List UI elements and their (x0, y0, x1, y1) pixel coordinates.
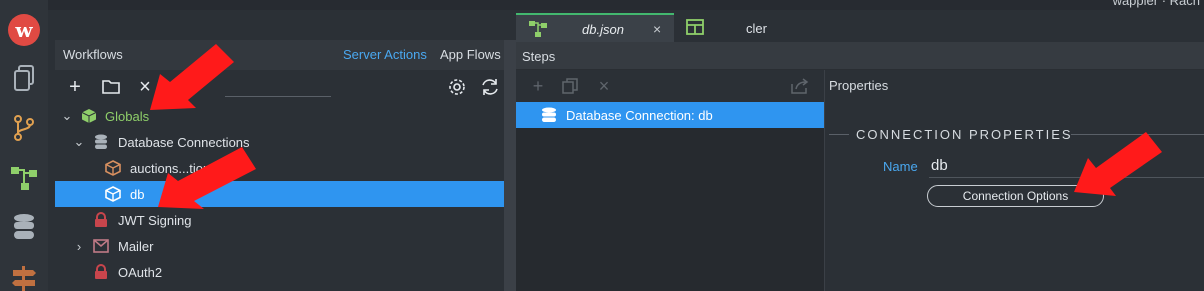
pages-icon[interactable] (8, 62, 40, 94)
tree-item-auctions[interactable]: auctions...tion (55, 155, 504, 181)
user-label: wappler · Rach (1112, 0, 1200, 8)
section-title: CONNECTION PROPERTIES (856, 127, 1073, 142)
refresh-button[interactable] (478, 75, 502, 99)
add-button[interactable]: + (63, 75, 87, 99)
share-icon (791, 78, 809, 94)
delete-step-button[interactable]: × (594, 76, 614, 96)
app-logo[interactable]: w (8, 14, 40, 46)
tree-item-jwt-signing[interactable]: JWT Signing (55, 207, 504, 233)
chevron-right-icon[interactable]: › (73, 239, 85, 254)
export-step-button[interactable] (790, 76, 810, 96)
tree-item-globals[interactable]: ⌄ Globals (55, 103, 504, 129)
workflows-toolbar: + × (55, 71, 504, 103)
properties-header: Properties (824, 70, 1204, 102)
workflows-icon[interactable] (8, 162, 40, 194)
new-folder-button[interactable] (99, 75, 123, 99)
name-label: Name (883, 159, 918, 174)
lock-icon (93, 212, 109, 228)
chevron-down-icon[interactable]: ⌄ (73, 134, 85, 149)
chevron-down-icon[interactable]: ⌄ (61, 108, 73, 123)
database-icon[interactable] (8, 212, 40, 244)
tree-item-db[interactable]: db (55, 181, 504, 207)
table-icon (686, 19, 704, 38)
tree-item-label: OAuth2 (118, 264, 163, 280)
workflows-title: Workflows (63, 47, 123, 62)
tree-item-mailer[interactable]: › Mailer (55, 233, 504, 259)
steps-header: Steps (516, 42, 1204, 70)
add-step-button[interactable]: + (528, 76, 548, 96)
copy-icon (562, 78, 578, 94)
database-icon (541, 107, 557, 126)
workflows-tree: ⌄ Globals ⌄ Database Connections auction… (55, 103, 504, 291)
annotation-arrow-icon (1074, 132, 1162, 196)
signpost-icon[interactable] (8, 262, 40, 291)
annotation-arrow-icon (150, 44, 234, 110)
workflow-file-icon (528, 20, 548, 41)
settings-button[interactable] (445, 75, 469, 99)
tab-label: cler (746, 21, 767, 36)
steps-toolbar: + × (516, 70, 824, 102)
copy-step-button[interactable] (560, 76, 580, 96)
tree-item-database-connections[interactable]: ⌄ Database Connections (55, 129, 504, 155)
close-icon[interactable]: × (653, 21, 661, 37)
cube-icon (81, 108, 97, 124)
top-bar: wappler · Rach (0, 0, 1204, 10)
tree-item-oauth2[interactable]: OAuth2 (55, 259, 504, 285)
gear-icon (449, 79, 465, 95)
step-label: Database Connection: db (566, 108, 713, 123)
workflows-header: Workflows Server Actions App Flows (55, 40, 504, 70)
mail-icon (93, 238, 109, 254)
panel-divider[interactable] (504, 40, 516, 291)
steps-title: Steps (522, 49, 556, 64)
search-input[interactable] (225, 77, 331, 97)
lock-icon (93, 264, 109, 280)
divider (829, 134, 849, 135)
cube-icon (105, 160, 121, 176)
step-database-connection[interactable]: Database Connection: db (516, 102, 824, 128)
tab-db-json[interactable]: db.json × (516, 13, 674, 42)
tab-app-flows[interactable]: App Flows (440, 47, 501, 62)
editor-tabs: db.json × cler (516, 12, 1204, 42)
icon-rail: w (0, 0, 48, 291)
cube-icon (105, 186, 121, 202)
properties-title: Properties (829, 78, 889, 93)
folder-icon (102, 80, 120, 94)
annotation-arrow-icon (158, 147, 256, 209)
tree-item-label: Mailer (118, 238, 154, 254)
git-branch-icon[interactable] (8, 112, 40, 144)
steps-list: Database Connection: db (516, 102, 824, 291)
tab-cler[interactable]: cler (686, 13, 806, 42)
refresh-icon (482, 79, 498, 95)
tab-label: db.json (582, 22, 624, 37)
database-icon (93, 134, 109, 150)
tree-item-label: db (130, 186, 145, 202)
tab-server-actions[interactable]: Server Actions (343, 47, 427, 62)
